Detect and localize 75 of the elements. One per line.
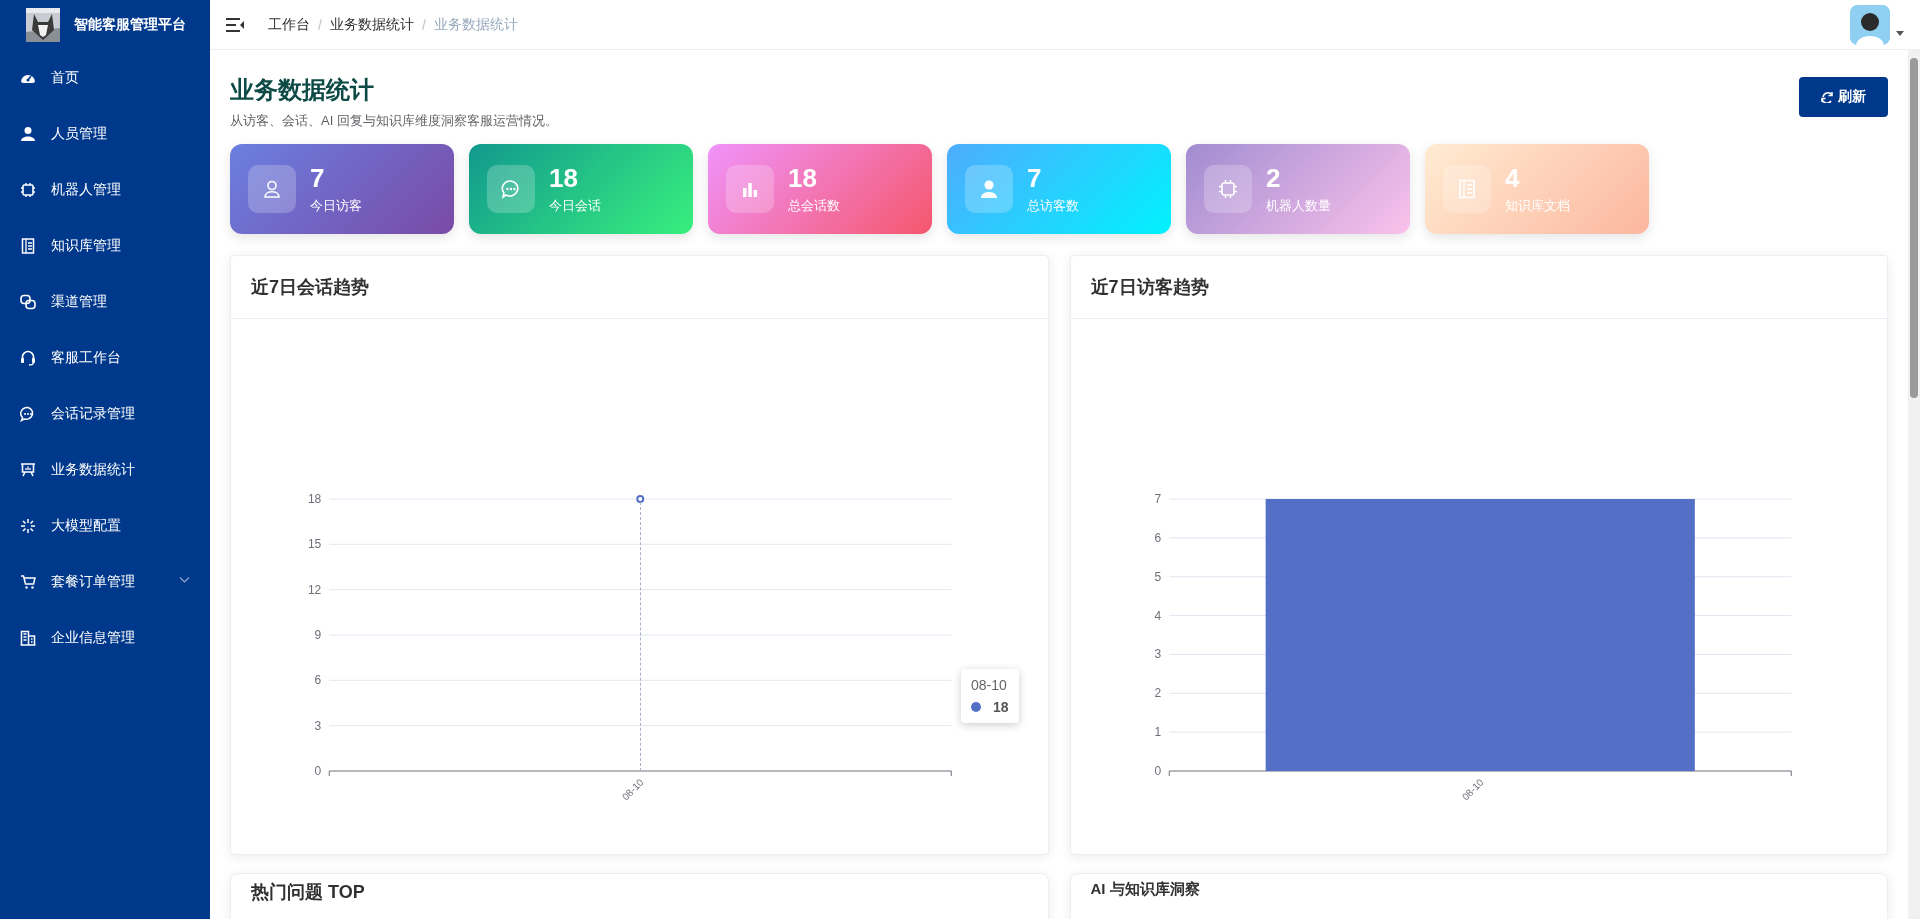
link-icon <box>20 294 36 310</box>
axis-label: 0 <box>1154 764 1161 778</box>
stat-label: 今日会话 <box>549 197 601 215</box>
nav-item[interactable]: 知识库管理 <box>0 218 210 274</box>
card-title: 近7日访客趋势 <box>1090 276 1209 299</box>
axis-label: 18 <box>307 492 322 506</box>
presentation-icon <box>20 462 36 478</box>
axis-label: 4 <box>1154 608 1161 623</box>
headset-icon <box>20 350 36 366</box>
nav-item[interactable]: 大模型配置 <box>0 498 210 554</box>
axis-label: 2 <box>1154 686 1161 701</box>
chat-icon <box>20 406 36 422</box>
nav-item[interactable]: 会话记录管理 <box>0 386 210 442</box>
tooltip-label: 08-10 <box>971 677 1008 693</box>
breadcrumb-separator: / <box>318 16 322 33</box>
axis-label: 15 <box>307 537 322 552</box>
stat-value: 18 <box>549 163 579 193</box>
nav-item[interactable]: 企业信息管理 <box>0 610 210 666</box>
axis-label: 7 <box>1154 492 1161 506</box>
nav-item[interactable]: 机器人管理 <box>0 162 210 218</box>
building-icon <box>20 630 36 646</box>
stat-label: 今日访客 <box>310 197 362 215</box>
breadcrumb-link[interactable]: 业务数据统计 <box>329 15 414 34</box>
stat-value: 4 <box>1505 163 1521 193</box>
person-icon <box>979 179 999 199</box>
stat-label: 总访客数 <box>1027 197 1079 215</box>
avatar[interactable] <box>1850 4 1890 45</box>
axis-label: 1 <box>1154 725 1161 740</box>
user-icon <box>262 179 282 199</box>
scrollbar[interactable] <box>1908 50 1920 919</box>
axis-label: 6 <box>314 673 322 688</box>
card-title: 近7日会话趋势 <box>251 276 369 299</box>
chip-icon <box>1218 179 1238 199</box>
stat-value: 2 <box>1266 163 1282 193</box>
axis-label: 5 <box>1154 569 1161 584</box>
stat-value: 18 <box>788 163 818 193</box>
nav-item[interactable]: 渠道管理 <box>0 274 210 330</box>
card-title: AI 与知识库洞察 <box>1090 880 1201 899</box>
stat-label: 机器人数量 <box>1266 197 1331 215</box>
scrollbar-thumb[interactable] <box>1910 58 1918 398</box>
data-point[interactable] <box>636 495 645 503</box>
chat-icon <box>501 179 521 199</box>
caret-icon[interactable] <box>1896 31 1904 36</box>
stat-label: 总会话数 <box>788 197 840 215</box>
nav-item[interactable]: 客服工作台 <box>0 330 210 386</box>
chip-icon <box>20 182 36 198</box>
nav-item[interactable]: 业务数据统计 <box>0 442 210 498</box>
breadcrumb-link[interactable]: 工作台 <box>268 15 310 34</box>
cart-icon <box>20 574 36 590</box>
app-title: 智能客服管理平台 <box>74 16 186 34</box>
page-title: 业务数据统计 <box>230 75 375 105</box>
nav-item[interactable]: 人员管理 <box>0 106 210 162</box>
refresh-button[interactable]: 刷新 <box>1799 77 1888 117</box>
menu-icon[interactable] <box>226 17 244 32</box>
nav-item[interactable]: 首页 <box>0 50 210 106</box>
tooltip-value: 18 <box>993 699 1009 715</box>
nav-item[interactable]: 套餐订单管理 <box>0 554 210 610</box>
axis-label: 9 <box>314 628 322 642</box>
axis-label: 6 <box>1154 530 1161 545</box>
axis-label: 3 <box>314 718 322 733</box>
person-icon <box>20 126 36 142</box>
stat-value: 7 <box>310 163 326 193</box>
stat-label: 知识库文档 <box>1505 197 1570 215</box>
refresh-icon <box>1821 91 1833 103</box>
card-title: 热门问题 TOP <box>251 881 366 904</box>
breadcrumb-separator: / <box>421 16 426 33</box>
sparkle-icon <box>20 518 36 534</box>
page-subtitle: 从访客、会话、AI 回复与知识库维度洞察客服运营情况。 <box>230 112 558 130</box>
chevron-icon[interactable] <box>179 576 190 584</box>
stat-value: 7 <box>1027 163 1043 193</box>
axis-label: 3 <box>1154 647 1161 662</box>
axis-label: 0 <box>314 764 322 778</box>
axis-label: 12 <box>307 582 322 597</box>
document-icon <box>20 238 36 254</box>
document-icon <box>1457 179 1477 199</box>
